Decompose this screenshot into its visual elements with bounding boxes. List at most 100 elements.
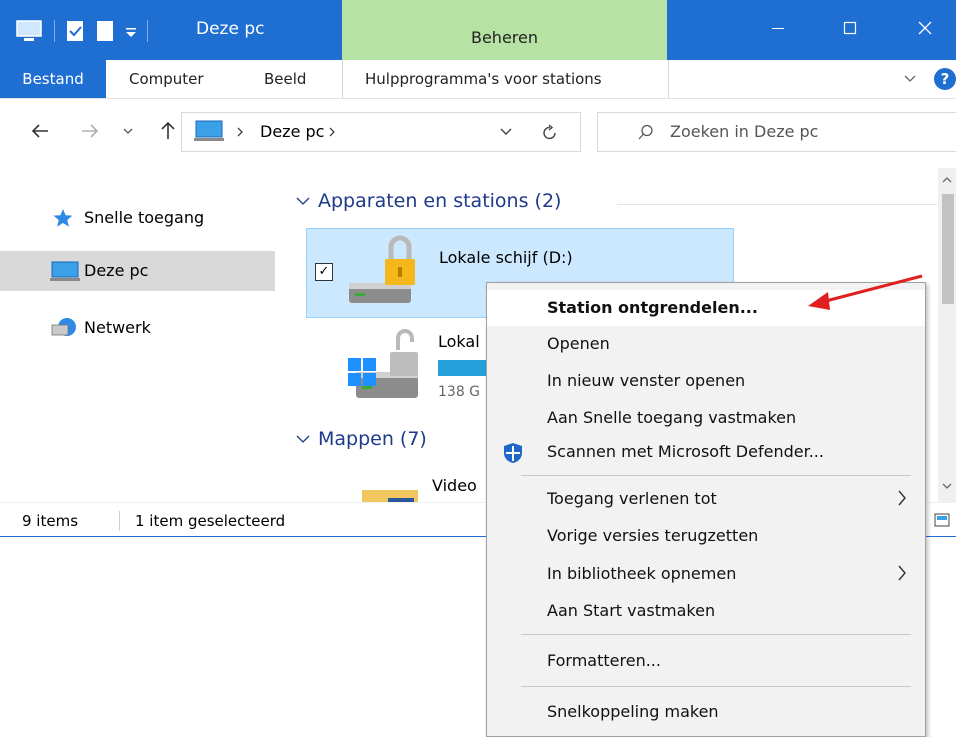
computer-icon[interactable] — [14, 19, 44, 43]
group-header-devices[interactable]: Apparaten en stations (2) — [318, 190, 561, 212]
vertical-scrollbar[interactable] — [938, 168, 956, 502]
drive-usage-bar — [438, 360, 493, 376]
up-arrow-icon[interactable] — [160, 120, 176, 140]
menu-item-give-access[interactable]: Toegang verlenen tot — [487, 481, 925, 517]
menu-item-scan-defender[interactable]: Scannen met Microsoft Defender... — [487, 434, 925, 470]
menu-separator — [521, 686, 911, 687]
scrollbar-thumb[interactable] — [942, 194, 954, 304]
search-icon — [638, 124, 653, 140]
menu-separator — [521, 634, 911, 635]
item-count: 9 items — [22, 512, 79, 530]
computer-icon — [50, 261, 80, 281]
sidebar-item-label: Netwerk — [84, 318, 151, 337]
unlocked-windows-drive-icon — [348, 329, 418, 398]
breadcrumb-chevron-icon — [237, 127, 243, 137]
properties-icon[interactable] — [65, 19, 85, 43]
menu-item-include-library[interactable]: In bibliotheek opnemen — [487, 556, 925, 592]
sidebar-item-network[interactable]: Netwerk — [0, 308, 275, 348]
search-box[interactable]: Zoeken in Deze pc — [597, 112, 956, 152]
navigation-bar: Deze pc Zoeken in Deze pc — [0, 98, 956, 168]
close-button[interactable] — [905, 16, 945, 40]
title-bar: Deze pc Beheren — [0, 0, 956, 60]
scroll-down-arrow-icon[interactable] — [942, 482, 952, 490]
address-bar[interactable]: Deze pc — [181, 112, 581, 152]
forward-arrow-icon[interactable] — [80, 122, 100, 140]
menu-item-open-new-window[interactable]: In nieuw venster openen — [487, 363, 925, 399]
videos-folder-icon — [362, 490, 418, 502]
tab-drive-tools[interactable]: Hulpprogramma's voor stations — [342, 60, 669, 98]
help-icon[interactable]: ? — [934, 68, 956, 90]
sidebar-item-this-pc[interactable]: Deze pc — [0, 251, 275, 291]
menu-item-label: Station ontgrendelen... — [547, 298, 758, 317]
submenu-chevron-icon — [898, 490, 906, 506]
menu-item-restore-previous[interactable]: Vorige versies terugzetten — [487, 518, 925, 554]
minimize-icon — [772, 28, 784, 29]
quick-access-toolbar — [14, 18, 148, 44]
selection-count: 1 item geselecteerd — [135, 512, 286, 530]
expand-ribbon-icon[interactable] — [904, 74, 916, 84]
computer-icon — [194, 120, 224, 141]
drive-label: Lokale schijf (D:) — [439, 248, 573, 267]
menu-item-label: Scannen met Microsoft Defender... — [547, 442, 824, 461]
menu-item-pin-quick-access[interactable]: Aan Snelle toegang vastmaken — [487, 400, 925, 436]
toolbar-separator — [147, 20, 148, 42]
group-divider — [617, 204, 937, 205]
menu-item-label: Toegang verlenen tot — [547, 489, 717, 508]
tab-computer[interactable]: Computer — [129, 60, 204, 98]
star-icon — [53, 209, 73, 227]
menu-item-format[interactable]: Formatteren... — [487, 643, 925, 679]
breadcrumb-location[interactable]: Deze pc — [260, 122, 324, 141]
menu-separator — [521, 475, 911, 476]
back-arrow-icon[interactable] — [30, 122, 50, 140]
folder-label: Video — [432, 476, 477, 495]
menu-item-label: Openen — [547, 334, 610, 353]
context-menu: Station ontgrendelen... Openen In nieuw … — [486, 282, 926, 737]
tab-file[interactable]: Bestand — [0, 60, 106, 98]
menu-item-label: Aan Start vastmaken — [547, 601, 716, 620]
sidebar-item-label: Deze pc — [84, 261, 149, 280]
drive-label: Lokal — [438, 332, 480, 351]
menu-item-create-shortcut[interactable]: Snelkoppeling maken — [487, 694, 925, 730]
network-icon — [51, 318, 76, 336]
menu-item-label: Vorige versies terugzetten — [547, 526, 759, 545]
menu-item-open[interactable]: Openen — [487, 326, 925, 362]
maximize-button[interactable] — [830, 16, 870, 40]
new-folder-icon[interactable] — [95, 19, 115, 43]
collapse-group-chevron-icon[interactable] — [296, 434, 310, 444]
status-separator — [119, 511, 120, 531]
close-icon — [918, 21, 932, 35]
breadcrumb-chevron-icon[interactable] — [328, 127, 336, 137]
drive-item-c[interactable]: Lokal 138 G — [342, 328, 493, 408]
toolbar-separator — [54, 20, 55, 42]
menu-item-label: In bibliotheek opnemen — [547, 564, 737, 583]
customize-toolbar-icon[interactable] — [125, 19, 137, 43]
folder-item-videos[interactable]: Video — [362, 476, 502, 502]
window-title: Deze pc — [196, 19, 265, 39]
menu-item-pin-start[interactable]: Aan Start vastmaken — [487, 593, 925, 629]
submenu-chevron-icon — [898, 565, 906, 581]
address-history-chevron-icon[interactable] — [500, 128, 512, 136]
menu-item-label: In nieuw venster openen — [547, 371, 746, 390]
menu-item-label: Aan Snelle toegang vastmaken — [547, 408, 797, 427]
locked-drive-icon — [349, 235, 415, 303]
refresh-icon[interactable] — [542, 123, 558, 141]
menu-item-label: Formatteren... — [547, 651, 661, 670]
maximize-icon — [843, 21, 857, 35]
context-tab-label: Beheren — [470, 28, 538, 47]
tab-view[interactable]: Beeld — [264, 60, 306, 98]
recent-locations-chevron-icon[interactable] — [123, 128, 133, 136]
sidebar-item-quick-access[interactable]: Snelle toegang — [0, 198, 275, 238]
scroll-up-arrow-icon[interactable] — [942, 176, 952, 184]
sidebar-item-label: Snelle toegang — [84, 208, 205, 227]
defender-shield-icon — [504, 443, 522, 463]
menu-item-label: Snelkoppeling maken — [547, 702, 719, 721]
drive-size-text: 138 G — [438, 384, 481, 400]
selection-checkbox[interactable]: ✓ — [315, 263, 333, 281]
annotation-arrow-icon — [808, 274, 923, 310]
large-icons-view-icon[interactable] — [934, 513, 950, 527]
context-tab-manage[interactable]: Beheren — [342, 0, 667, 60]
minimize-button[interactable] — [758, 16, 798, 40]
group-header-folders[interactable]: Mappen (7) — [318, 428, 427, 450]
navigation-pane: Snelle toegang Deze pc Netwerk — [0, 168, 276, 502]
collapse-group-chevron-icon[interactable] — [296, 196, 310, 206]
